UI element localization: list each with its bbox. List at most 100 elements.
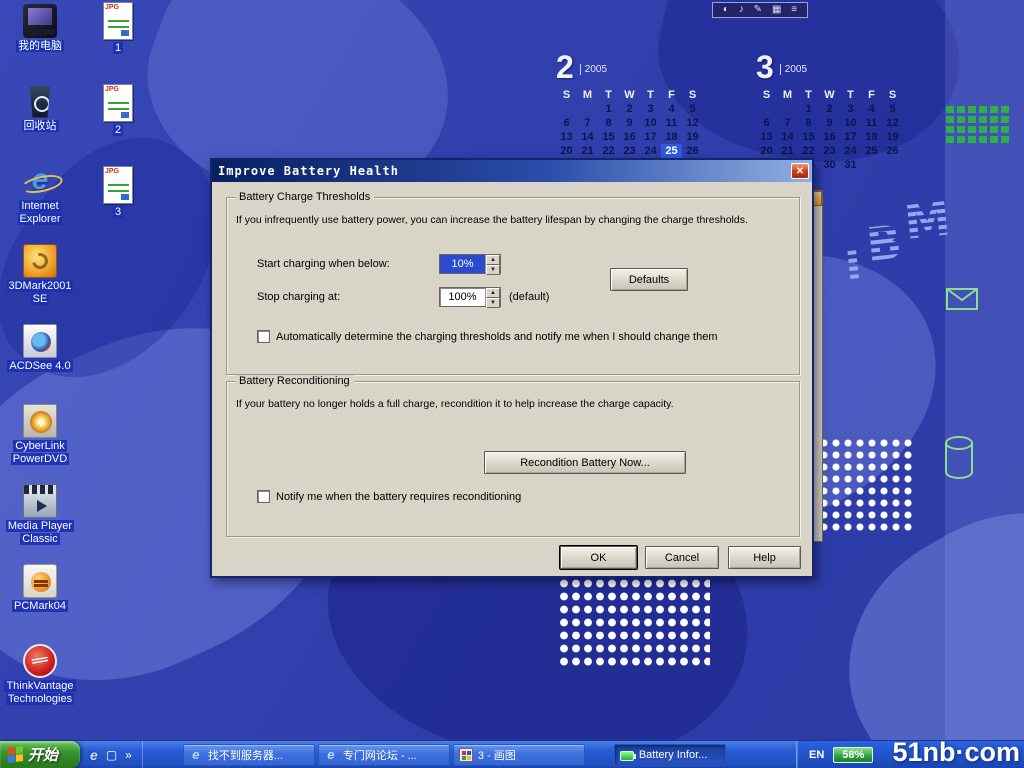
calendar-day: 14	[577, 130, 598, 144]
spin-up-icon[interactable]: ▲	[486, 288, 500, 298]
stop-charging-label: Stop charging at:	[257, 291, 340, 303]
calendar-day: 31	[840, 158, 861, 172]
calendar-day: 24	[840, 144, 861, 158]
calendar-day: 30	[819, 158, 840, 172]
spin-up-icon[interactable]: ▲	[486, 255, 500, 265]
calendar-day: 7	[777, 116, 798, 130]
desktop-icon-jpg-2[interactable]: JPG 2	[92, 84, 144, 166]
volume-icon[interactable]: ♪	[739, 5, 744, 15]
calendar-day: 22	[598, 144, 619, 158]
windows-logo-icon	[8, 746, 23, 763]
recycle-bin-icon	[23, 84, 57, 118]
desktop-icon-pcmark[interactable]: PCMark04	[4, 564, 76, 644]
svg-text:B: B	[864, 215, 905, 272]
ibm-logo-decoration: I B M	[835, 180, 994, 292]
start-threshold-spinner[interactable]: 10% ▲▼	[439, 254, 501, 274]
show-desktop-icon[interactable]: ▢	[106, 748, 117, 762]
defaults-button[interactable]: Defaults	[610, 268, 688, 291]
recondition-battery-button[interactable]: Recondition Battery Now...	[484, 451, 686, 474]
desktop-widget-toolbar: ◐ ♪ ✎ ▦ ≡	[712, 2, 808, 18]
day-header: T	[798, 88, 819, 102]
powerdvd-icon	[23, 404, 57, 438]
jpg-badge: JPG	[105, 86, 119, 93]
calendar-day-empty	[577, 102, 598, 116]
stop-threshold-value[interactable]: 100%	[440, 288, 485, 306]
desktop-icon-powerdvd[interactable]: CyberLink PowerDVD	[4, 404, 76, 484]
icon-label: Internet Explorer	[4, 200, 76, 226]
calendar-day: 14	[777, 130, 798, 144]
desktop-icon-mark3d[interactable]: 3DMark2001 SE	[4, 244, 76, 324]
task-label: 找不到服务器...	[208, 747, 283, 763]
calendar-day: 25	[661, 144, 682, 158]
calendar-day: 2	[819, 102, 840, 116]
pen-icon[interactable]: ✎	[754, 5, 762, 15]
taskbar-task-4[interactable]: Battery Infor...	[614, 744, 726, 766]
envelope-icon	[946, 288, 978, 315]
icon-label: 2	[113, 124, 123, 137]
battery-icon	[620, 751, 634, 761]
calendar-day-empty	[861, 158, 882, 172]
icon-label: 3	[113, 206, 123, 219]
dialog-title: Improve Battery Health	[218, 164, 399, 178]
ok-button[interactable]: OK	[560, 546, 637, 569]
auto-determine-checkbox[interactable]	[257, 330, 270, 343]
spinner-arrows[interactable]: ▲▼	[485, 255, 500, 273]
desktop-icon-jpg-3[interactable]: JPG3	[92, 166, 144, 248]
calendar-day: 4	[661, 102, 682, 116]
notes-icon[interactable]: ≡	[791, 5, 797, 15]
desktop-icon-internet-explorer[interactable]: Internet Explorer	[4, 164, 76, 244]
close-button[interactable]: ✕	[791, 163, 809, 179]
ie-icon	[324, 748, 338, 762]
help-button[interactable]: Help	[728, 546, 801, 569]
day-header: M	[577, 88, 598, 102]
spinner-arrows[interactable]: ▲▼	[485, 288, 500, 306]
display-icon[interactable]: ◐	[723, 5, 729, 15]
battery-indicator[interactable]: 58%	[833, 747, 873, 763]
notify-reconditioning-label: Notify me when the battery requires reco…	[276, 491, 521, 503]
svg-text:M: M	[902, 191, 953, 249]
taskbar-task-2[interactable]: 专门网论坛 - ...	[318, 744, 450, 766]
calendar-month-3: 32005SMTWTFS1234567891011121314151617181…	[756, 52, 908, 172]
day-header: W	[619, 88, 640, 102]
start-threshold-value[interactable]: 10%	[440, 255, 485, 273]
day-header: W	[819, 88, 840, 102]
notify-reconditioning-checkbox-row[interactable]: Notify me when the battery requires reco…	[257, 490, 521, 503]
desktop-icon-mpc[interactable]: Media Player Classic	[4, 484, 76, 564]
notify-reconditioning-checkbox[interactable]	[257, 490, 270, 503]
internet-explorer-icon[interactable]: e	[90, 747, 98, 763]
day-header: T	[840, 88, 861, 102]
desktop-icon-jpg-1[interactable]: JPG1	[92, 2, 144, 84]
calendar-day: 12	[882, 116, 903, 130]
month-number: 3	[756, 52, 774, 82]
calendar-day: 8	[798, 116, 819, 130]
desktop-icon-thinkvantage[interactable]: ThinkVantage Technologies	[4, 644, 76, 724]
cancel-button[interactable]: Cancel	[645, 546, 719, 569]
calendar-day: 8	[598, 116, 619, 130]
dialog-titlebar[interactable]: Improve Battery Health ✕	[212, 160, 812, 182]
month-number: 2	[556, 52, 574, 82]
taskbar-task-3[interactable]: 3 - 画图	[453, 744, 585, 766]
start-button[interactable]: 开始	[0, 741, 80, 768]
calendar-day: 24	[640, 144, 661, 158]
grid-icon[interactable]: ▦	[772, 5, 781, 15]
day-header: T	[640, 88, 661, 102]
stop-threshold-spinner[interactable]: 100% ▲▼	[439, 287, 501, 307]
desktop-icon-acdsee[interactable]: ACDSee 4.0	[4, 324, 76, 404]
language-indicator[interactable]: EN	[809, 749, 824, 761]
day-header: T	[598, 88, 619, 102]
mark3d-icon	[23, 244, 57, 278]
calendar-day-empty	[556, 102, 577, 116]
taskbar-task-1[interactable]: 找不到服务器...	[183, 744, 315, 766]
auto-determine-checkbox-row[interactable]: Automatically determine the charging thr…	[257, 330, 717, 343]
desktop-icon-recycle-bin[interactable]: 回收站	[4, 84, 76, 164]
spin-down-icon[interactable]: ▼	[486, 265, 500, 275]
database-cylinder-icon	[944, 436, 974, 485]
internet-explorer-icon	[23, 164, 57, 198]
calendar-day: 19	[882, 130, 903, 144]
spin-down-icon[interactable]: ▼	[486, 298, 500, 308]
desktop-icon-my-computer[interactable]: 我的电脑	[4, 4, 76, 84]
calendar-day: 3	[840, 102, 861, 116]
calendar-day: 17	[840, 130, 861, 144]
chevron-icon[interactable]: »	[125, 748, 132, 762]
calendar-day: 7	[577, 116, 598, 130]
